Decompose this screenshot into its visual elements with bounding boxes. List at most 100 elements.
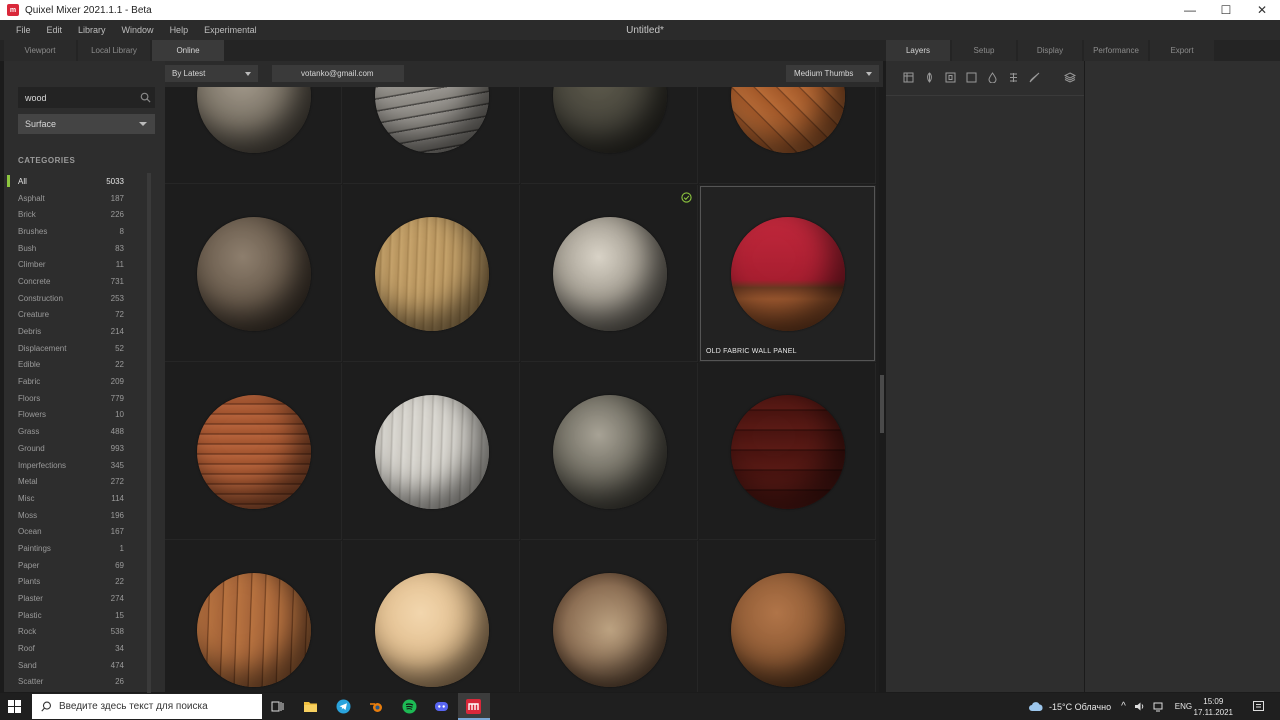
material-card[interactable] (343, 363, 520, 540)
network-icon[interactable] (1153, 701, 1164, 712)
tab-online[interactable]: Online (152, 40, 224, 61)
category-item-scatter[interactable]: Scatter 26 (4, 674, 144, 691)
category-item-asphalt[interactable]: Asphalt 187 (4, 190, 144, 207)
menu-file[interactable]: File (0, 25, 39, 35)
category-item-plastic[interactable]: Plastic 15 (4, 607, 144, 624)
material-card[interactable] (343, 185, 520, 362)
material-card[interactable] (521, 87, 698, 184)
thumb-size-select[interactable]: Medium Thumbs (786, 65, 879, 82)
category-item-floors[interactable]: Floors 779 (4, 390, 144, 407)
category-item-misc[interactable]: Misc 114 (4, 490, 144, 507)
menu-library[interactable]: Library (70, 25, 114, 35)
category-item-displacement[interactable]: Displacement 52 (4, 340, 144, 357)
menu-help[interactable]: Help (162, 25, 197, 35)
material-card[interactable] (521, 185, 698, 362)
material-card-hovered[interactable]: OLD FABRIC WALL PANEL (699, 185, 876, 362)
material-card[interactable] (343, 87, 520, 184)
search-icon[interactable] (140, 92, 151, 103)
tab-layers[interactable]: Layers (886, 40, 950, 61)
category-item-brick[interactable]: Brick 226 (4, 206, 144, 223)
properties-panel (1085, 61, 1280, 692)
menu-window[interactable]: Window (114, 25, 162, 35)
add-surface-layer-icon[interactable] (898, 70, 919, 84)
layers-stack-icon[interactable] (1059, 70, 1080, 84)
language-indicator[interactable]: ENG (1175, 702, 1192, 711)
volume-icon[interactable] (1134, 701, 1145, 712)
menu-edit[interactable]: Edit (39, 25, 71, 35)
grid-scrollbar[interactable] (880, 375, 884, 433)
category-item-paper[interactable]: Paper 69 (4, 557, 144, 574)
material-card[interactable] (165, 541, 342, 692)
material-card[interactable] (165, 363, 342, 540)
tab-local-library[interactable]: Local Library (78, 40, 150, 61)
category-count: 272 (110, 477, 124, 487)
category-item-climber[interactable]: Climber 11 (4, 256, 144, 273)
menu-experimental[interactable]: Experimental (196, 25, 265, 35)
category-item-concrete[interactable]: Concrete 731 (4, 273, 144, 290)
category-item-imperfections[interactable]: Imperfections 345 (4, 457, 144, 474)
chevron-up-icon[interactable]: ^ (1121, 701, 1126, 712)
taskbar-search[interactable]: Введите здесь текст для поиска (32, 694, 262, 719)
search-input[interactable] (18, 92, 128, 103)
windows-start-icon[interactable] (8, 700, 21, 713)
add-paint-layer-icon[interactable] (940, 70, 961, 84)
category-item-paintings[interactable]: Paintings 1 (4, 540, 144, 557)
category-item-brushes[interactable]: Brushes 8 (4, 223, 144, 240)
category-item-grass[interactable]: Grass 488 (4, 423, 144, 440)
category-item-edible[interactable]: Edible 22 (4, 357, 144, 374)
category-item-metal[interactable]: Metal 272 (4, 473, 144, 490)
material-card[interactable] (699, 363, 876, 540)
category-name: Sand (18, 660, 37, 670)
category-item-creature[interactable]: Creature 72 (4, 307, 144, 324)
category-item-all[interactable]: All 5033 (4, 173, 144, 190)
paint-brush-icon[interactable] (1024, 70, 1045, 84)
material-card[interactable] (699, 541, 876, 692)
category-item-plaster[interactable]: Plaster 274 (4, 590, 144, 607)
category-item-debris[interactable]: Debris 214 (4, 323, 144, 340)
material-card[interactable] (521, 541, 698, 692)
task-view-icon[interactable] (270, 699, 285, 714)
add-mask-icon[interactable] (1003, 70, 1024, 84)
category-item-construction[interactable]: Construction 253 (4, 290, 144, 307)
tab-display[interactable]: Display (1018, 40, 1082, 61)
sidebar-scrollbar[interactable] (147, 173, 151, 693)
category-item-ocean[interactable]: Ocean 167 (4, 523, 144, 540)
discord-icon[interactable] (434, 699, 449, 714)
add-scatter-layer-icon[interactable] (919, 70, 940, 84)
spotify-icon[interactable] (402, 699, 417, 714)
clock[interactable]: 15:09 17.11.2021 (1194, 696, 1233, 718)
add-fill-icon[interactable] (982, 70, 1003, 84)
category-item-bush[interactable]: Bush 83 (4, 240, 144, 257)
tab-setup[interactable]: Setup (952, 40, 1016, 61)
material-card[interactable] (699, 87, 876, 184)
file-explorer-icon[interactable] (303, 699, 318, 714)
telegram-icon[interactable] (336, 699, 351, 714)
blender-icon[interactable] (369, 699, 384, 714)
category-item-ground[interactable]: Ground 993 (4, 440, 144, 457)
category-item-flowers[interactable]: Flowers 10 (4, 407, 144, 424)
category-item-moss[interactable]: Moss 196 (4, 507, 144, 524)
tab-performance[interactable]: Performance (1084, 40, 1148, 61)
sort-select[interactable]: By Latest (165, 65, 258, 82)
notifications-icon[interactable] (1252, 700, 1265, 713)
minimize-button[interactable]: — (1172, 0, 1208, 20)
type-filter-select[interactable]: Surface (18, 114, 155, 134)
material-card[interactable] (521, 363, 698, 540)
material-card[interactable] (165, 185, 342, 362)
tab-viewport[interactable]: Viewport (4, 40, 76, 61)
category-item-sand[interactable]: Sand 474 (4, 657, 144, 674)
category-item-rock[interactable]: Rock 538 (4, 624, 144, 641)
account-email[interactable]: votanko@gmail.com (272, 65, 404, 82)
tab-export[interactable]: Export (1150, 40, 1214, 61)
add-solid-layer-icon[interactable] (961, 70, 982, 84)
material-name-label: OLD FABRIC WALL PANEL (706, 348, 797, 355)
category-item-fabric[interactable]: Fabric 209 (4, 373, 144, 390)
material-card[interactable] (165, 87, 342, 184)
quixel-mixer-taskbar-icon[interactable] (466, 699, 481, 714)
category-item-roof[interactable]: Roof 34 (4, 640, 144, 657)
maximize-button[interactable]: ☐ (1208, 0, 1244, 20)
weather-text[interactable]: -15°C Облачно (1049, 702, 1111, 712)
close-button[interactable]: ✕ (1244, 0, 1280, 20)
category-item-plants[interactable]: Plants 22 (4, 574, 144, 591)
material-card[interactable] (343, 541, 520, 692)
